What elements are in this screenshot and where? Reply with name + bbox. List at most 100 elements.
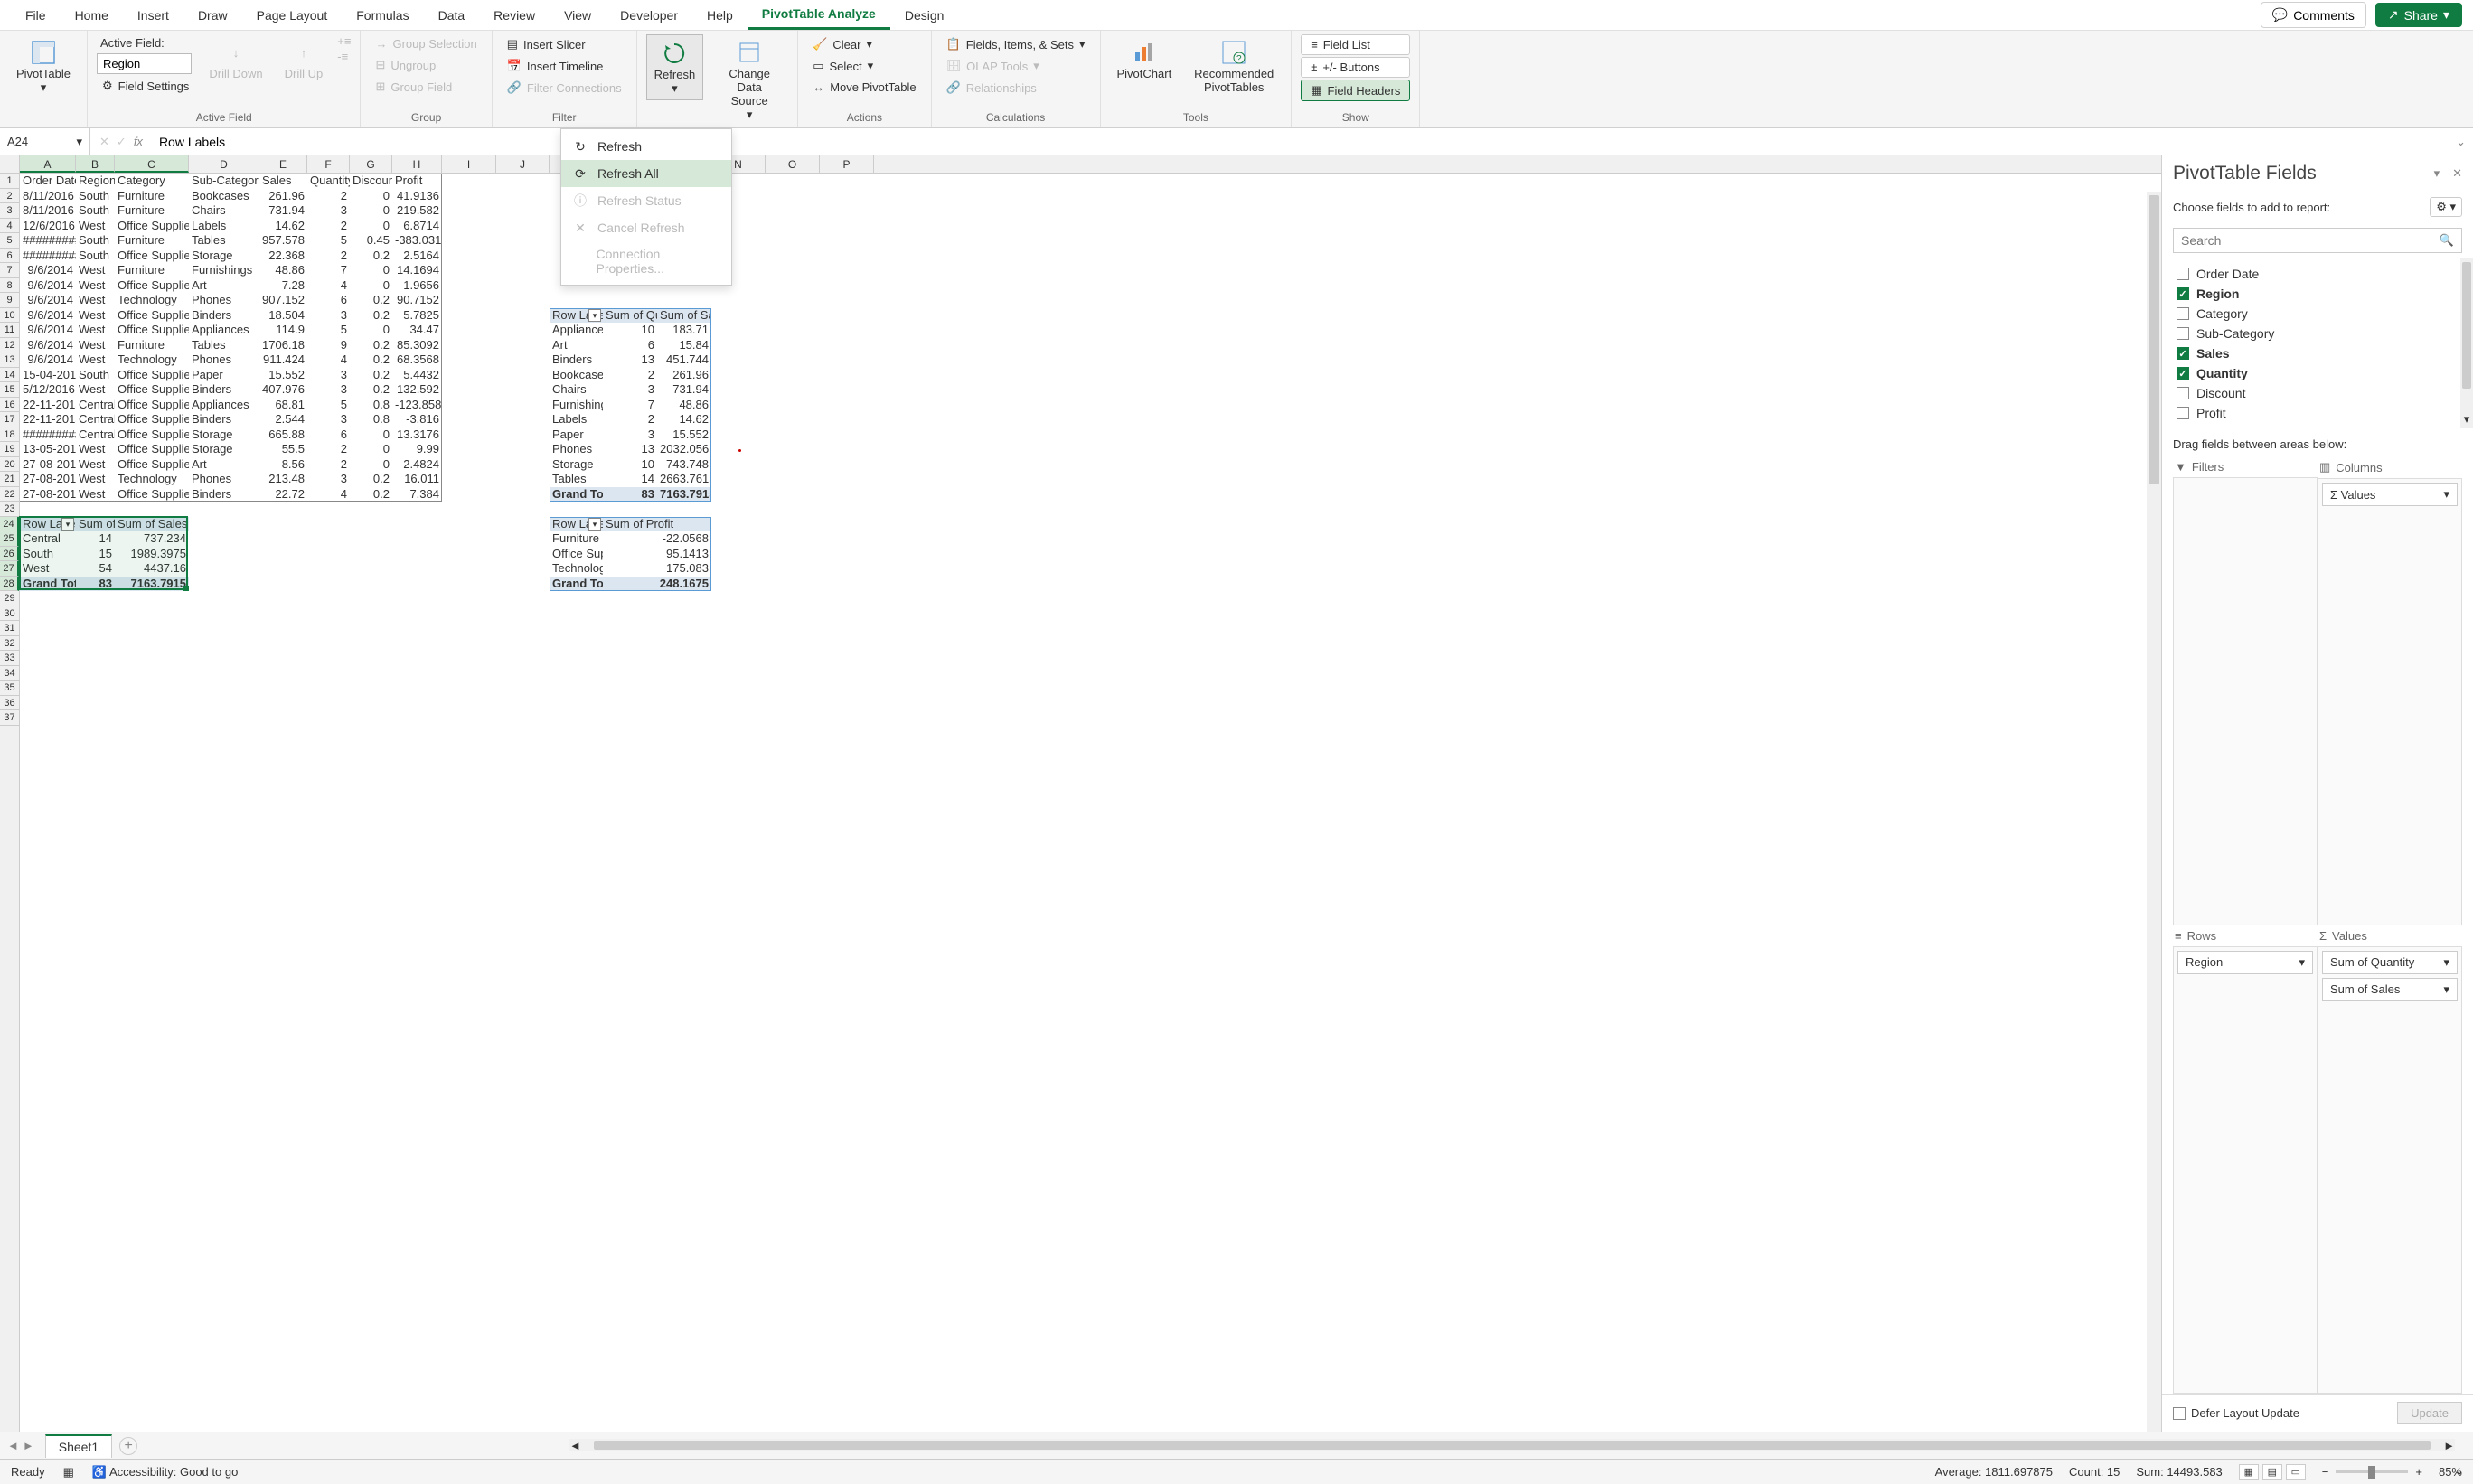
cell[interactable]: Chairs (550, 382, 603, 398)
cell[interactable]: 0 (350, 457, 392, 473)
vertical-scrollbar-thumb[interactable] (2149, 195, 2159, 484)
col-header-A[interactable]: A (20, 155, 76, 173)
cell[interactable]: Bookcases (550, 368, 603, 383)
cell[interactable]: 22.72 (259, 487, 307, 502)
cell[interactable]: 4437.16 (115, 561, 189, 577)
field-list-toggle[interactable]: ≡Field List (1301, 34, 1410, 55)
cell[interactable]: 5 (307, 398, 350, 413)
menu-view[interactable]: View (550, 2, 606, 29)
cell[interactable]: Order Date (20, 174, 76, 189)
pivot-filter-button[interactable]: ▾ (588, 309, 601, 322)
fields-items-sets-button[interactable]: 📋Fields, Items, & Sets ▾ (941, 34, 1091, 54)
cell[interactable]: 3 (603, 427, 657, 443)
cell[interactable]: 665.88 (259, 427, 307, 443)
formula-bar-expand[interactable]: ⌄ (2449, 135, 2473, 149)
cell[interactable]: 6 (307, 427, 350, 443)
row-header-6[interactable]: 6 (0, 249, 19, 264)
cell[interactable]: South (20, 547, 76, 562)
cell[interactable]: Art (550, 338, 603, 353)
buttons-toggle[interactable]: ±+/- Buttons (1301, 57, 1410, 78)
cell[interactable]: Phones (189, 472, 259, 487)
row-header-14[interactable]: 14 (0, 368, 19, 383)
cell[interactable]: West (76, 382, 115, 398)
row-header-15[interactable]: 15 (0, 382, 19, 398)
cell[interactable]: -123.858 (392, 398, 442, 413)
col-header-C[interactable]: C (115, 155, 189, 173)
pt-fields-scrollbar-thumb[interactable] (2462, 262, 2471, 389)
cell[interactable]: 41.9136 (392, 189, 442, 204)
cell[interactable]: 0.2 (350, 249, 392, 264)
status-macro-icon[interactable]: ▦ (63, 1465, 74, 1479)
cell[interactable]: 3 (307, 203, 350, 219)
cell[interactable]: 0.45 (350, 233, 392, 249)
cell[interactable]: Tables (189, 233, 259, 249)
cell[interactable]: Phones (550, 442, 603, 457)
cell[interactable]: 9 (307, 338, 350, 353)
cell[interactable]: Binders (189, 412, 259, 427)
comments-button[interactable]: 💬 Comments (2261, 2, 2366, 28)
row-header-28[interactable]: 28 (0, 577, 19, 592)
cell[interactable]: 114.9 (259, 323, 307, 338)
fx-icon[interactable]: fx (134, 135, 143, 148)
cell[interactable]: South (76, 368, 115, 383)
change-data-source-button[interactable]: Change Data Source ▾ (710, 34, 788, 126)
cell[interactable]: 4 (307, 352, 350, 368)
cell[interactable]: 2 (603, 368, 657, 383)
cell[interactable]: 911.424 (259, 352, 307, 368)
row-header-29[interactable]: 29 (0, 591, 19, 606)
select-button[interactable]: ▭Select ▾ (807, 56, 921, 76)
active-field-input[interactable] (97, 53, 192, 74)
cell[interactable]: Furniture (550, 531, 603, 547)
cell[interactable]: 6 (307, 293, 350, 308)
cell[interactable]: Appliances (550, 323, 603, 338)
cell[interactable]: Appliances (189, 323, 259, 338)
cell[interactable]: 0.8 (350, 412, 392, 427)
view-normal-button[interactable]: ▦ (2239, 1464, 2259, 1480)
field-headers-toggle[interactable]: ▦Field Headers (1301, 80, 1410, 101)
cell[interactable]: 95.1413 (603, 547, 711, 562)
cell[interactable]: Technology (115, 352, 189, 368)
cell[interactable]: 0.2 (350, 368, 392, 383)
row-header-2[interactable]: 2 (0, 189, 19, 204)
cell[interactable]: 261.96 (657, 368, 711, 383)
view-page-layout-button[interactable]: ▤ (2262, 1464, 2282, 1480)
cell[interactable]: 0.2 (350, 352, 392, 368)
pivot-filter-button[interactable]: ▾ (588, 518, 601, 531)
row-header-8[interactable]: 8 (0, 278, 19, 294)
row-header-3[interactable]: 3 (0, 203, 19, 219)
cell[interactable]: 1706.18 (259, 338, 307, 353)
cell[interactable]: 2663.7615 (657, 472, 711, 487)
insert-timeline-button[interactable]: 📅Insert Timeline (502, 56, 627, 76)
cell[interactable]: West (76, 352, 115, 368)
cell[interactable]: Office Supplies (115, 487, 189, 502)
cancel-formula-icon[interactable]: ✕ (99, 135, 109, 149)
cell[interactable]: 2.544 (259, 412, 307, 427)
col-header-H[interactable]: H (392, 155, 442, 173)
horizontal-scrollbar-thumb[interactable] (594, 1441, 2431, 1450)
row-header-32[interactable]: 32 (0, 636, 19, 652)
cell[interactable]: 27-08-2014 (20, 472, 76, 487)
col-header-P[interactable]: P (820, 155, 874, 173)
cell[interactable]: 0 (350, 203, 392, 219)
cell[interactable]: Paper (550, 427, 603, 443)
row-header-22[interactable]: 22 (0, 487, 19, 502)
cell[interactable]: 2 (307, 219, 350, 234)
cell[interactable]: Tables (550, 472, 603, 487)
col-header-O[interactable]: O (766, 155, 820, 173)
cell[interactable]: 0.2 (350, 293, 392, 308)
cell[interactable]: 4 (307, 278, 350, 294)
move-pivottable-button[interactable]: ↔Move PivotTable (807, 78, 921, 97)
pt-defer-checkbox[interactable]: Defer Layout Update (2173, 1406, 2299, 1420)
cell[interactable]: 85.3092 (392, 338, 442, 353)
cell[interactable]: Binders (189, 487, 259, 502)
cell[interactable]: 0.2 (350, 338, 392, 353)
col-header-D[interactable]: D (189, 155, 259, 173)
cell[interactable]: Furniture (115, 189, 189, 204)
cell[interactable]: -383.031 (392, 233, 442, 249)
zoom-slider-track[interactable] (2336, 1470, 2408, 1473)
row-header-20[interactable]: 20 (0, 457, 19, 473)
cell[interactable]: Art (189, 457, 259, 473)
cell[interactable]: 83 (603, 487, 657, 502)
col-header-B[interactable]: B (76, 155, 115, 173)
pt-values-item-sales[interactable]: Sum of Sales▾ (2322, 978, 2458, 1001)
